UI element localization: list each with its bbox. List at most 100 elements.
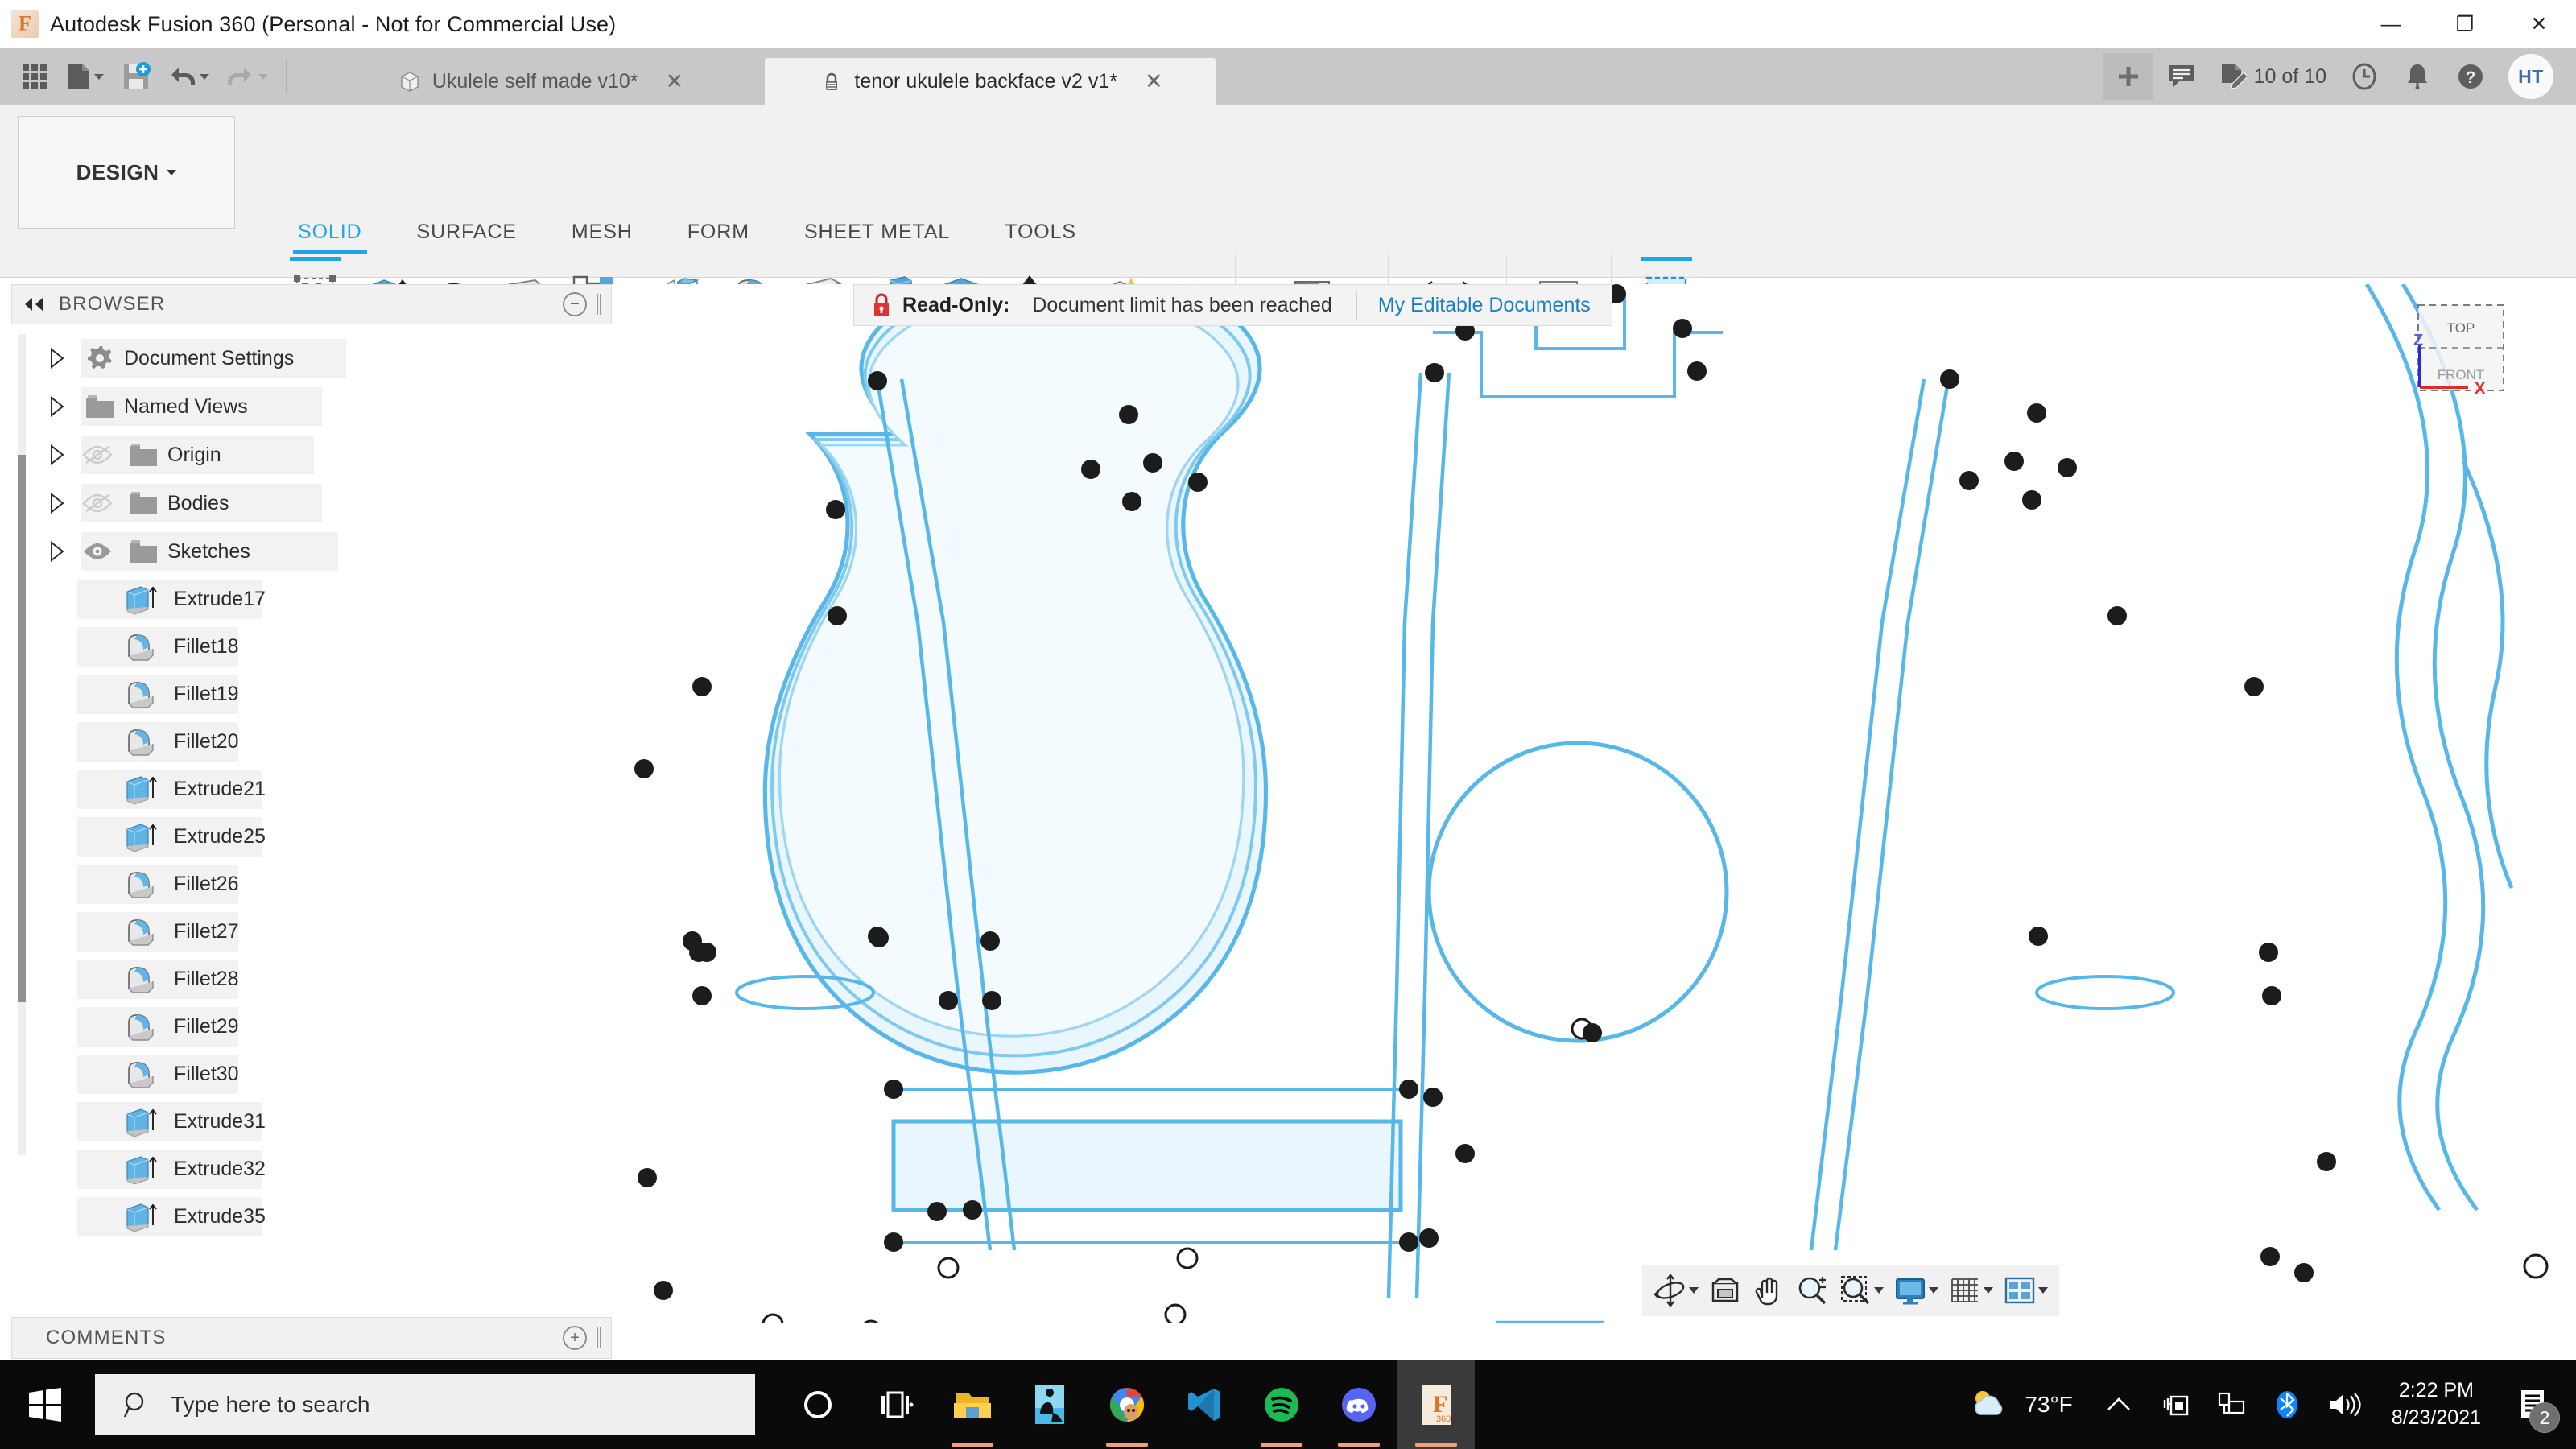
network-button[interactable]	[2203, 1360, 2260, 1449]
notifications-button[interactable]	[2392, 53, 2442, 100]
vscode-icon[interactable]	[1166, 1360, 1243, 1449]
tree-item-document-settings[interactable]: Document Settings	[39, 334, 602, 382]
expand-arrow-icon[interactable]	[39, 431, 76, 479]
zoom-window-icon	[1841, 1276, 1870, 1305]
spotify-icon[interactable]	[1243, 1360, 1320, 1449]
tree-item-named-views[interactable]: Named Views	[39, 382, 602, 431]
feature-extrude32[interactable]: Extrude32	[39, 1146, 602, 1193]
plus-circle-icon[interactable]: +	[563, 1326, 587, 1350]
notification-count-badge: 2	[2529, 1402, 2560, 1433]
feature-fillet20[interactable]: Fillet20	[39, 718, 602, 766]
feature-label: Fillet28	[174, 968, 239, 990]
view-cube[interactable]: TOP FRONT Z X	[2405, 300, 2542, 405]
fillet-feature-icon	[118, 623, 163, 671]
visibility-visible-icon[interactable]	[76, 527, 119, 576]
close-icon[interactable]: ✕	[666, 70, 684, 93]
grid-snaps-button[interactable]	[1943, 1268, 1998, 1313]
volume-button[interactable]	[2314, 1360, 2374, 1449]
maximize-button[interactable]: ❐	[2428, 0, 2502, 48]
minus-circle-icon[interactable]: −	[563, 292, 587, 316]
visibility-hidden-icon[interactable]	[76, 431, 119, 479]
feature-fillet27[interactable]: Fillet27	[39, 908, 602, 956]
history-button[interactable]	[2339, 53, 2389, 100]
close-button[interactable]: ✕	[2502, 0, 2576, 48]
tree-item-origin[interactable]: Origin	[39, 431, 602, 479]
browser-scrollbar[interactable]	[18, 334, 26, 1155]
comments-button[interactable]	[2157, 53, 2207, 100]
tab-mesh[interactable]: MESH	[544, 216, 660, 249]
feature-fillet29[interactable]: Fillet29	[39, 1003, 602, 1051]
display-settings-button[interactable]	[1889, 1268, 1943, 1313]
tree-item-sketches[interactable]: Sketches	[39, 527, 602, 576]
document-tab-tenor-ukulele-backface[interactable]: tenor ukulele backface v2 v1* ✕	[765, 58, 1216, 105]
user-account-button[interactable]: HT	[2499, 53, 2563, 100]
zoom-icon	[1798, 1277, 1827, 1305]
tab-solid[interactable]: SOLID	[270, 216, 390, 254]
action-center-button[interactable]: 2	[2499, 1360, 2568, 1449]
chrome-icon[interactable]	[1088, 1360, 1166, 1449]
look-at-button[interactable]	[1703, 1268, 1747, 1313]
collapse-left-icon[interactable]	[22, 297, 46, 312]
feature-fillet28[interactable]: Fillet28	[39, 956, 602, 1003]
start-button[interactable]	[0, 1360, 90, 1449]
visibility-hidden-icon[interactable]	[76, 479, 119, 527]
expand-arrow-icon[interactable]	[39, 382, 76, 431]
feature-fillet19[interactable]: Fillet19	[39, 671, 602, 718]
grip-icon[interactable]	[597, 1327, 601, 1348]
undo-button[interactable]	[162, 54, 216, 99]
tab-form[interactable]: FORM	[660, 216, 777, 249]
new-document-button[interactable]	[60, 54, 110, 99]
sketch-geometry	[735, 284, 2514, 1323]
help-button[interactable]: ?	[2446, 53, 2496, 100]
feature-extrude31[interactable]: Extrude31	[39, 1098, 602, 1146]
feature-fillet26[interactable]: Fillet26	[39, 861, 602, 908]
viewports-button[interactable]	[1998, 1268, 2053, 1313]
add-tab-button[interactable]	[2103, 53, 2153, 100]
read-only-label: Read-Only:	[902, 293, 1010, 316]
tab-surface[interactable]: SURFACE	[390, 216, 544, 249]
task-view-icon[interactable]	[857, 1360, 934, 1449]
3d-viewport[interactable]: Read-Only: Document limit has been reach…	[612, 284, 2576, 1323]
close-icon[interactable]: ✕	[1145, 70, 1163, 93]
zoom-window-button[interactable]	[1834, 1268, 1889, 1313]
save-icon	[124, 62, 151, 89]
feature-fillet30[interactable]: Fillet30	[39, 1051, 602, 1098]
search-input[interactable]: Type here to search	[95, 1374, 755, 1435]
power-button[interactable]	[2145, 1360, 2203, 1449]
pan-button[interactable]	[1747, 1268, 1790, 1313]
tree-item-bodies[interactable]: Bodies	[39, 479, 602, 527]
feature-extrude35[interactable]: Extrude35	[39, 1193, 602, 1241]
photos-app-icon[interactable]	[1011, 1360, 1088, 1449]
workspace-selector[interactable]: DESIGN	[18, 116, 235, 229]
taskbar-clock[interactable]: 2:22 PM 8/23/2021	[2374, 1377, 2499, 1432]
extrude-feature-icon	[118, 766, 163, 813]
weather-widget[interactable]	[1955, 1360, 2025, 1449]
expand-arrow-icon[interactable]	[39, 479, 76, 527]
grip-icon[interactable]	[597, 294, 601, 315]
my-editable-documents-link[interactable]: My Editable Documents	[1357, 294, 1612, 317]
scrollbar-thumb[interactable]	[18, 455, 26, 1002]
discord-icon[interactable]	[1320, 1360, 1397, 1449]
redo-button[interactable]	[221, 54, 275, 99]
expand-arrow-icon[interactable]	[39, 527, 76, 576]
tab-sheet-metal[interactable]: SHEET METAL	[777, 216, 977, 249]
orbit-button[interactable]	[1649, 1268, 1703, 1313]
editable-documents-button[interactable]: 10 of 10	[2210, 53, 2336, 100]
file-explorer-icon[interactable]	[934, 1360, 1011, 1449]
feature-extrude25[interactable]: Extrude25	[39, 813, 602, 861]
feature-extrude21[interactable]: Extrude21	[39, 766, 602, 813]
save-button[interactable]	[115, 54, 157, 99]
comments-panel-header[interactable]: COMMENTS +	[11, 1317, 612, 1359]
minimize-button[interactable]: —	[2354, 0, 2428, 48]
tab-tools[interactable]: TOOLS	[977, 216, 1104, 249]
fusion360-icon[interactable]: F 360	[1397, 1360, 1475, 1449]
bluetooth-button[interactable]	[2260, 1360, 2314, 1449]
cortana-icon[interactable]	[779, 1360, 857, 1449]
zoom-button[interactable]	[1790, 1268, 1834, 1313]
show-hidden-icons-button[interactable]	[2092, 1360, 2145, 1449]
document-tab-ukulele-self-made[interactable]: Ukulele self made v10* ✕	[314, 58, 765, 105]
feature-fillet18[interactable]: Fillet18	[39, 623, 602, 671]
feature-extrude17[interactable]: Extrude17	[39, 576, 602, 623]
expand-arrow-icon[interactable]	[39, 334, 76, 382]
app-grid-button[interactable]	[14, 54, 55, 99]
